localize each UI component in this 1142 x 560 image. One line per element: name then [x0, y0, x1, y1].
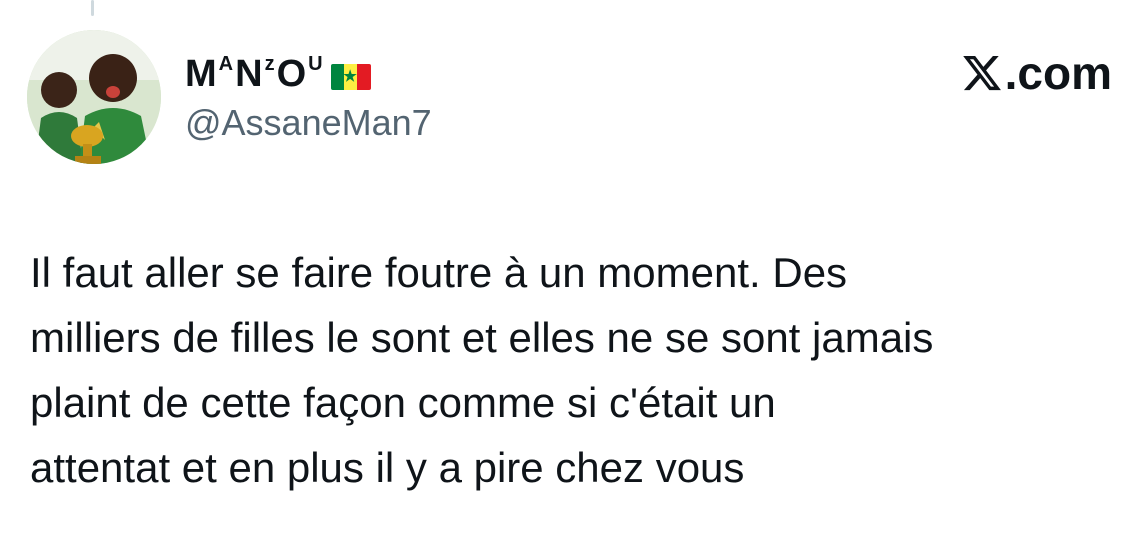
- x-logo-icon: [962, 55, 1001, 91]
- author-name-text: MANzOU: [185, 53, 325, 96]
- avatar[interactable]: [27, 30, 161, 164]
- tweet-text-line: attentat et en plus il y a pire chez vou…: [30, 444, 745, 491]
- author-name-char: U: [308, 53, 324, 75]
- author-name-char: N: [235, 53, 264, 95]
- brand-suffix: .com: [1004, 47, 1112, 99]
- tweet-text-line: Il faut aller se faire foutre à un momen…: [30, 249, 848, 296]
- thread-connector-line: [91, 0, 94, 16]
- avatar-image: [27, 30, 161, 164]
- brand-watermark: .com: [961, 46, 1112, 100]
- tweet-text-line: plaint de cette façon comme si c'était u…: [30, 379, 776, 426]
- author-display-name[interactable]: MANzOU ★: [185, 44, 371, 96]
- tweet-body: Il faut aller se faire foutre à un momen…: [30, 240, 1130, 500]
- author-name-char: z: [264, 53, 276, 75]
- author-name-char: A: [218, 53, 235, 75]
- tweet-text-line: milliers de filles le sont et elles ne s…: [30, 314, 934, 361]
- senegal-flag-icon: ★: [330, 64, 371, 90]
- author-name-char: M: [185, 53, 218, 95]
- author-handle[interactable]: @AssaneMan7: [185, 102, 432, 144]
- author-name-char: O: [276, 53, 308, 95]
